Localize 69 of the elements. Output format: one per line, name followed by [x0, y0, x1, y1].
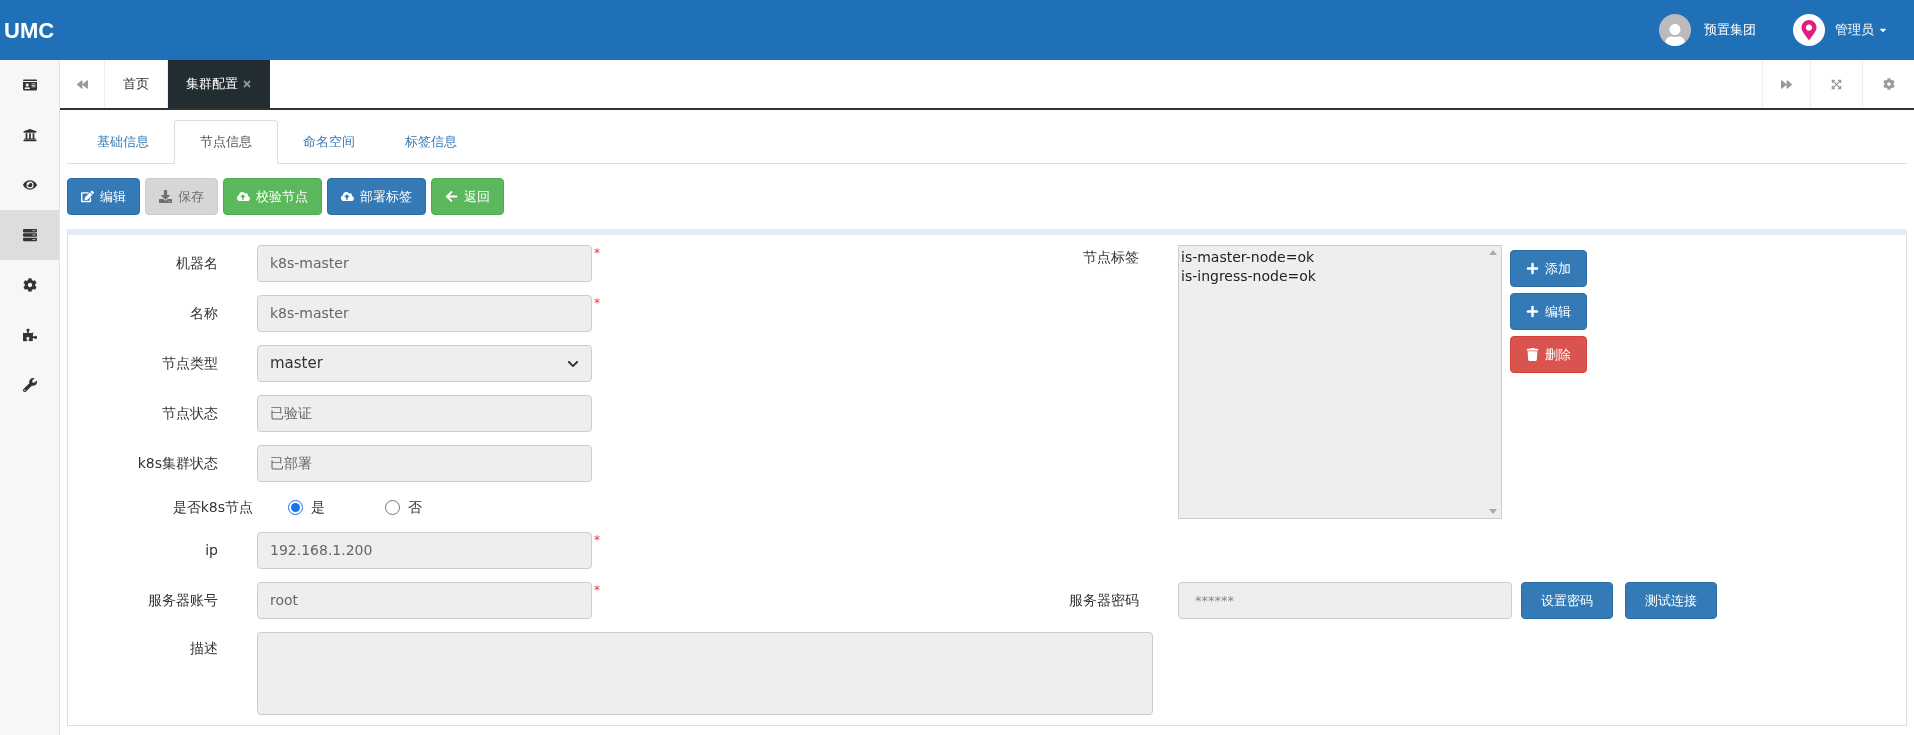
- description-field[interactable]: [257, 632, 1153, 715]
- plus-icon: [1526, 262, 1539, 275]
- server-icon: [22, 228, 37, 242]
- action-button[interactable]: 设置密码: [1521, 582, 1613, 619]
- input-field[interactable]: 192.168.1.200: [257, 532, 592, 569]
- rewind-icon: [76, 78, 88, 90]
- avatar-icon: [1659, 14, 1691, 46]
- input-field[interactable]: 已验证: [257, 395, 592, 432]
- field-label: 节点标签: [1082, 248, 1139, 267]
- label-listbox[interactable]: is-master-node=ok is-ingress-node=ok: [1178, 245, 1502, 519]
- field-label: ip: [204, 541, 218, 560]
- plus-icon: [1526, 305, 1539, 318]
- wrench-icon: [22, 378, 37, 392]
- tab[interactable]: 基础信息: [72, 120, 174, 163]
- tab[interactable]: 命名空间: [278, 120, 380, 163]
- cloud-upload-icon: [237, 190, 250, 203]
- user-menu[interactable]: 管理员: [1835, 20, 1888, 40]
- trash-icon: [1526, 348, 1539, 361]
- puzzle-icon: [22, 328, 37, 342]
- required-mark: *: [594, 584, 600, 596]
- settings-icon: [22, 278, 37, 292]
- field-label: 描述: [189, 639, 218, 658]
- tab[interactable]: 节点信息: [174, 120, 278, 164]
- input-field[interactable]: k8s-master: [257, 245, 592, 282]
- location-pin-icon: [1793, 14, 1825, 46]
- required-mark: *: [594, 247, 600, 259]
- brand-logo[interactable]: UMC: [4, 13, 55, 47]
- download-icon: [159, 190, 172, 203]
- action-button[interactable]: 添加: [1510, 250, 1587, 287]
- input-field[interactable]: 已部署: [257, 445, 592, 482]
- scroll-up-icon[interactable]: [1488, 250, 1497, 255]
- bank-icon: [22, 128, 37, 142]
- list-item[interactable]: is-master-node=ok: [1181, 248, 1482, 267]
- required-mark: *: [594, 297, 600, 309]
- field-label: 服务器账号: [147, 591, 218, 610]
- field-label: 是否k8s节点: [171, 497, 254, 517]
- field-label: 名称: [189, 304, 218, 323]
- radio-option[interactable]: 否: [385, 496, 422, 518]
- action-button[interactable]: 删除: [1510, 336, 1587, 373]
- toolbar-button[interactable]: 部署标签: [327, 178, 426, 215]
- arrow-left-icon: [445, 190, 458, 203]
- input-field[interactable]: k8s-master: [257, 295, 592, 332]
- cloud-upload-icon: [341, 190, 354, 203]
- page-tab[interactable]: 集群配置: [168, 60, 270, 108]
- fast-forward-icon: [1781, 78, 1792, 90]
- password-field[interactable]: ******: [1178, 582, 1512, 619]
- id-card-icon: [22, 78, 37, 92]
- field-label: 节点状态: [161, 404, 218, 423]
- expand-icon: [1831, 78, 1842, 90]
- settings-icon: [1882, 78, 1895, 90]
- field-label: 机器名: [175, 254, 218, 273]
- tab[interactable]: 标签信息: [380, 120, 482, 163]
- toolbar-button[interactable]: 编辑: [67, 178, 140, 215]
- input-field[interactable]: root: [257, 582, 592, 619]
- sidebar-item[interactable]: [0, 210, 59, 260]
- field-label: k8s集群状态: [136, 454, 218, 473]
- eye-icon: [22, 178, 37, 192]
- radio-option[interactable]: 是: [288, 496, 325, 518]
- scroll-down-icon[interactable]: [1488, 509, 1497, 514]
- action-button[interactable]: 编辑: [1510, 293, 1587, 330]
- edit-icon: [81, 190, 94, 203]
- field-label: 服务器密码: [1068, 591, 1139, 610]
- required-mark: *: [594, 534, 600, 546]
- select-field[interactable]: master: [257, 345, 592, 382]
- field-label: 节点类型: [161, 354, 218, 373]
- action-button[interactable]: 测试连接: [1625, 582, 1717, 619]
- close-icon[interactable]: [242, 79, 252, 89]
- org-name[interactable]: 预置集团: [1704, 20, 1756, 40]
- list-item[interactable]: is-ingress-node=ok: [1181, 267, 1482, 286]
